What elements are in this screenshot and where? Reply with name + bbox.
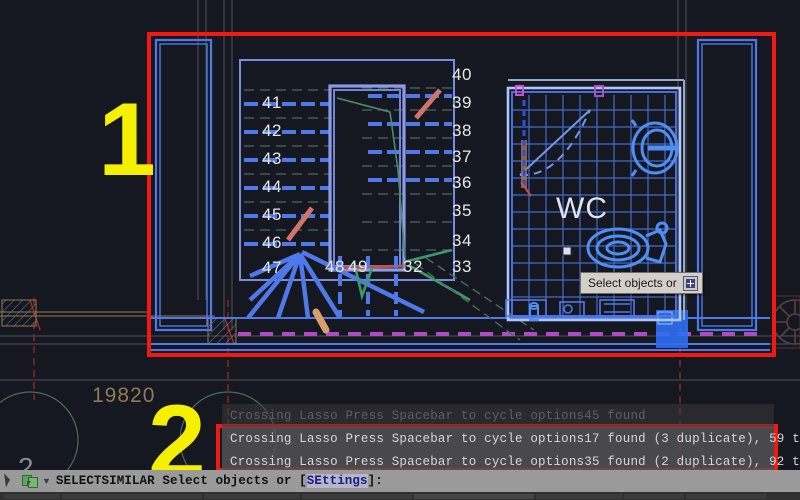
command-history-line: Crossing Lasso Press Spacebar to cycle o… bbox=[222, 427, 800, 450]
command-prompt-body: Select objects or [ bbox=[162, 474, 307, 488]
command-stack-icon[interactable] bbox=[22, 474, 38, 489]
status-bar[interactable] bbox=[0, 492, 800, 500]
command-history-line: Crossing Lasso Press Spacebar to cycle o… bbox=[222, 404, 774, 427]
status-segment[interactable] bbox=[62, 493, 202, 499]
highlight-box-drawing bbox=[147, 32, 776, 357]
status-segment[interactable] bbox=[536, 493, 622, 499]
status-segment[interactable] bbox=[4, 493, 60, 499]
status-segment[interactable] bbox=[624, 493, 684, 499]
autocad-window: 41 42 43 44 45 46 47 40 39 38 37 36 35 3… bbox=[0, 0, 800, 500]
command-keyword-rest[interactable]: ttings bbox=[322, 474, 368, 488]
annotation-number-1: 1 bbox=[98, 82, 156, 198]
status-segment-toggles[interactable] bbox=[414, 493, 534, 499]
command-prompt-bar[interactable]: ▼ SELECTSIMILAR Select objects or [SEtti… bbox=[0, 470, 800, 492]
dimension-label: 19820 bbox=[92, 384, 156, 407]
status-segment[interactable] bbox=[686, 493, 766, 499]
command-history: Crossing Lasso Press Spacebar to cycle o… bbox=[222, 404, 800, 473]
status-segment[interactable] bbox=[204, 493, 300, 499]
command-name: SELECTSIMILAR bbox=[55, 474, 155, 488]
command-prompt-text: SELECTSIMILAR Select objects or [SEtting… bbox=[56, 474, 383, 488]
status-segment[interactable] bbox=[302, 493, 412, 499]
chevron-down-icon[interactable]: ▼ bbox=[42, 476, 51, 486]
command-keyword-shortcut[interactable]: SE bbox=[306, 474, 322, 488]
text-cursor-icon bbox=[0, 470, 18, 492]
command-prompt-tail: ]: bbox=[367, 474, 383, 488]
